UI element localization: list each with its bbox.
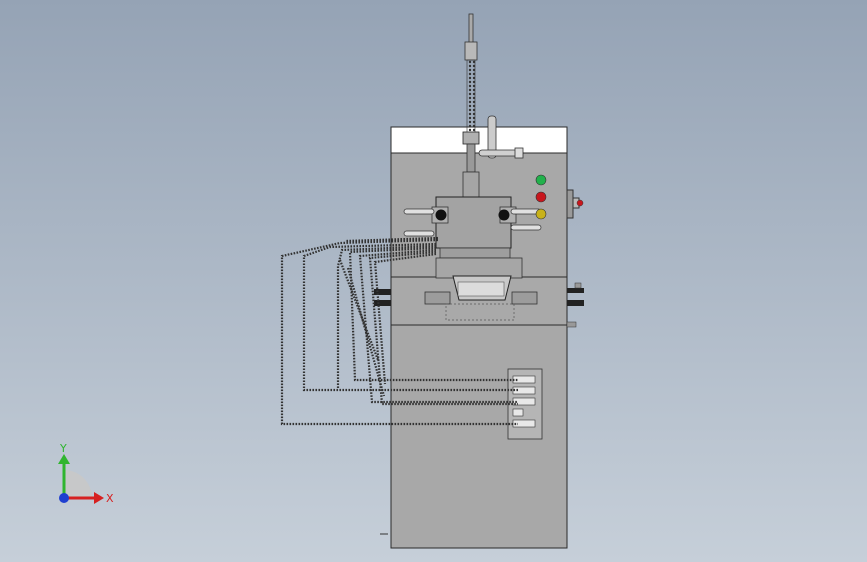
x-axis-label: X (106, 492, 114, 505)
triad-plane (64, 470, 92, 498)
yellow-light-icon[interactable] (535, 208, 547, 220)
x-axis-arrowhead (94, 492, 104, 504)
coordinate-triad: Y X (58, 442, 114, 505)
z-axis-dot (59, 493, 69, 503)
machine-model[interactable] (0, 0, 867, 562)
indicator-lights (535, 174, 547, 220)
green-light-icon[interactable] (535, 174, 547, 186)
cad-viewport[interactable]: Y X (0, 0, 867, 562)
red-light-icon[interactable] (535, 191, 547, 203)
y-axis-label: Y (59, 442, 67, 455)
y-axis-arrowhead (58, 454, 70, 464)
side-knob (566, 189, 584, 219)
